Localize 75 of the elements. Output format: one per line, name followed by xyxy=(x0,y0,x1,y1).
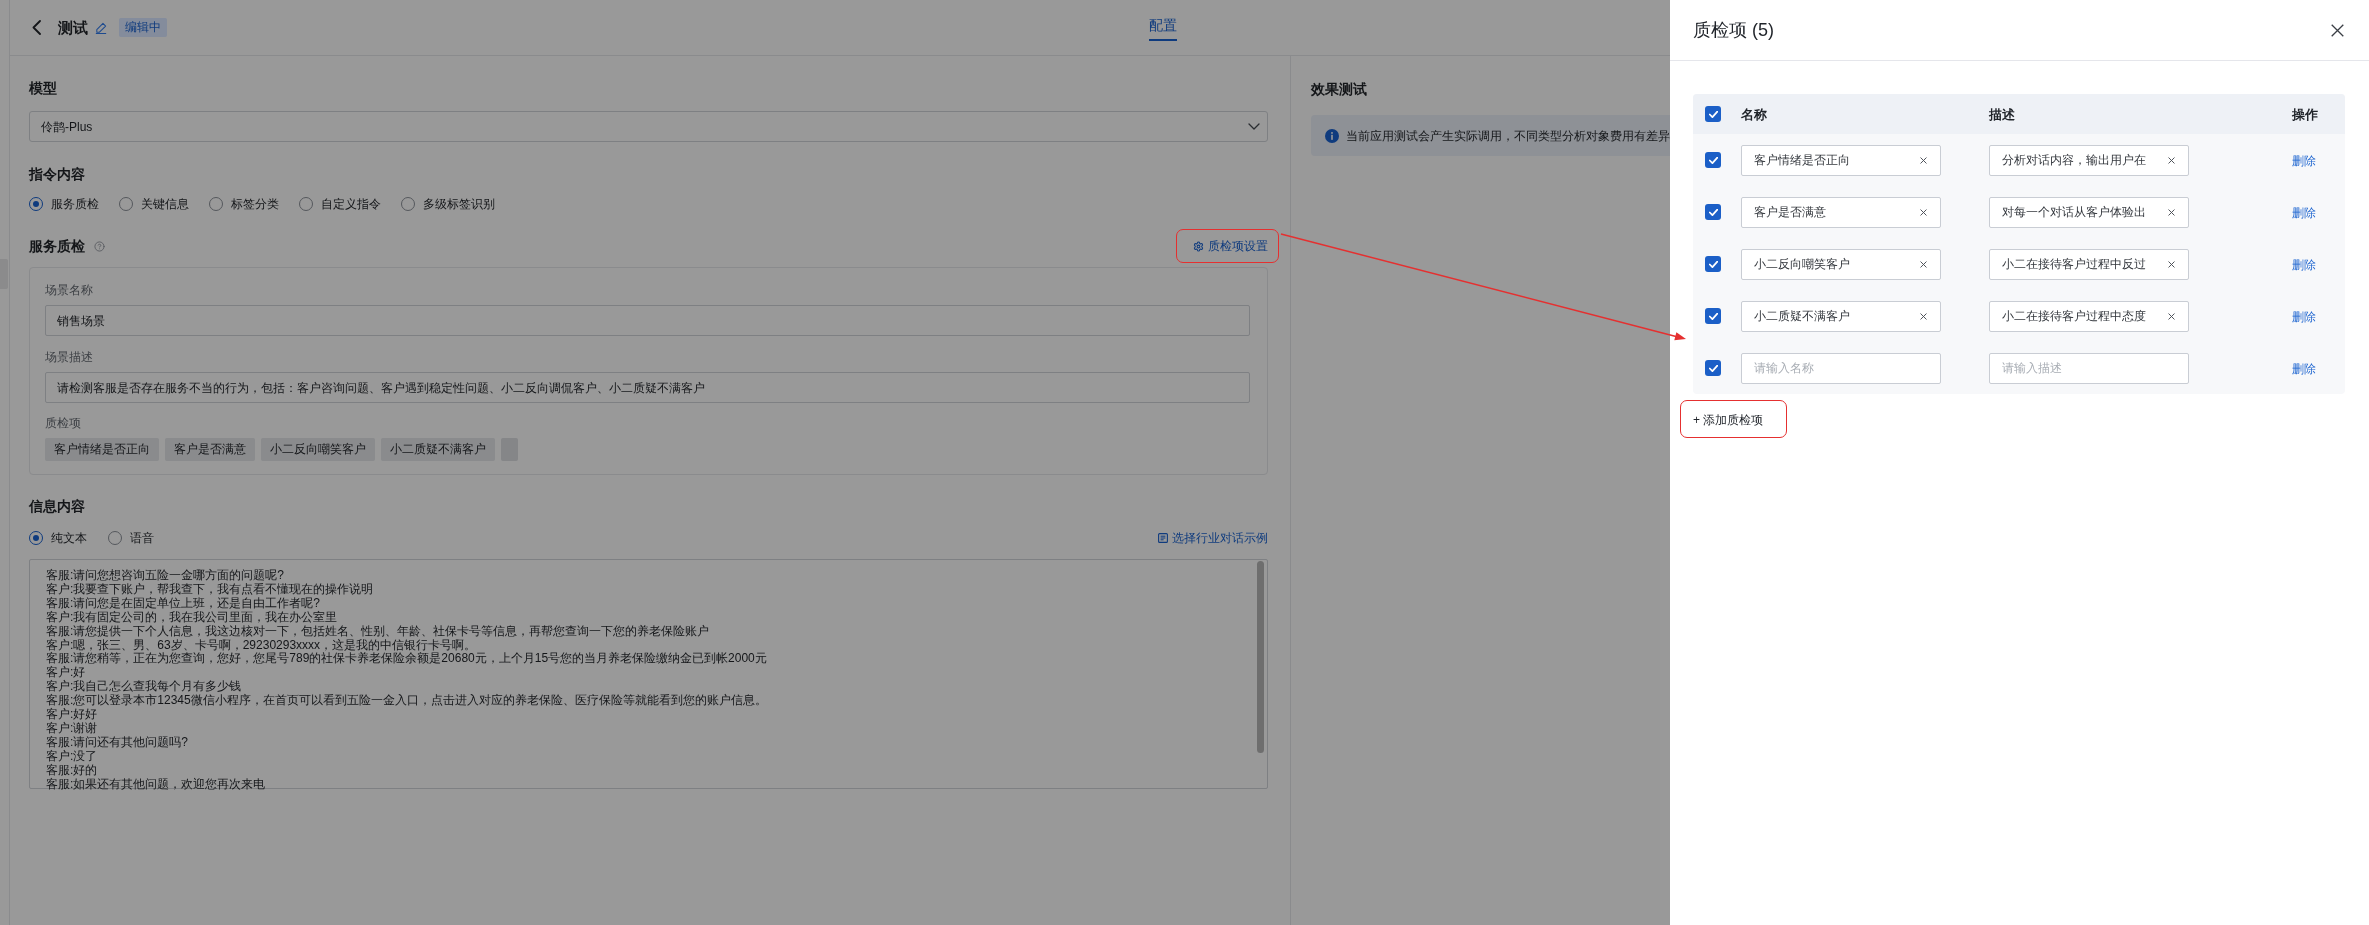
delete-link[interactable]: 删除 xyxy=(2292,206,2316,220)
column-header: 操作 xyxy=(2292,107,2318,122)
scene-name-input[interactable]: 销售场景 xyxy=(45,305,1250,336)
field-label: 场景名称 xyxy=(45,282,94,298)
clear-icon[interactable] xyxy=(1920,208,1927,216)
check-icon xyxy=(1708,364,1718,372)
description-input[interactable]: 对每一个对话从客户体验出 xyxy=(1989,196,2189,228)
gear-icon xyxy=(1193,240,1204,252)
tag: 小二质疑不满客户 xyxy=(381,438,495,461)
pencil-icon[interactable] xyxy=(95,21,107,34)
section-label: 信息内容 xyxy=(29,497,86,516)
check-icon xyxy=(1708,110,1718,118)
dialogue-textarea[interactable]: 客服:请问您想咨询五险一金哪方面的问题呢? 客户:我要查下账户，帮我查下，我有点看不懂现在的操作说明 客服:请问您是在固定单位上班，还是自由工作者呢? 客户:我有固定公司的，我在我公司里面，我在办公室里 客服:请您提供一下个人信息，我这边核对一下，包括姓名、性别、年龄、社保卡号等信息，再帮您查询一下您的养老保险账户 客户:嗯，张三、男、63岁、卡号啊，29230293xxxx，这是我的中信银行卡号啊。 客服:请您稍等，正在为您查询，您好，您尾号789的社保卡养老保险余额是20680元，上个月15号您的当月养老保险缴纳金已到帐2000元 客户:好 客户:我自己怎么查我每个月有多少钱 客服:您可以登录本市12345微信小程序，在首页可以看到五险一金入口，点击进入对应的养老保险、医疗保险等就能看到您的账户信息。 客户:好好 客户:谢谢 客服:请问还有其他问题吗? 客户:没了 客服:好的 客服:如果还有其他问题，欢迎您再次来电 xyxy=(29,559,1268,789)
delete-link[interactable]: 删除 xyxy=(2292,154,2316,168)
section-label: 指令内容 xyxy=(29,165,86,184)
notice-text: 当前应用测试会产生实际调用，不同类型分析对象费用有差异 xyxy=(1346,127,1670,144)
clear-icon[interactable] xyxy=(2168,156,2175,164)
scene-description-input[interactable]: 请检测客服是否存在服务不当的行为，包括：客户咨询问题、客户遇到稳定性问题、小二反向调侃客户、小二质疑不满客户 xyxy=(45,372,1250,403)
checkbox[interactable] xyxy=(1705,106,1721,122)
tag: 客户是否满意 xyxy=(165,438,255,461)
column-header: 描述 xyxy=(1989,107,2015,122)
radio-option[interactable]: 自定义指令 xyxy=(299,196,381,212)
radio-option[interactable]: 多级标签识别 xyxy=(401,196,495,212)
check-icon xyxy=(1708,156,1718,164)
radio-option[interactable]: 服务质检 xyxy=(29,196,99,212)
checkbox[interactable] xyxy=(1705,256,1721,272)
name-input[interactable]: 小二反向嘲笑客户 xyxy=(1741,248,1941,280)
settings-link[interactable]: 质检项设置 xyxy=(1193,238,1268,254)
tab[interactable]: 配置 xyxy=(1149,0,1177,41)
document-icon xyxy=(1158,533,1168,543)
radio-option[interactable]: 关键信息 xyxy=(119,196,189,212)
drawer-title: 质检项 (5) xyxy=(1693,19,1774,42)
radio-option[interactable]: 纯文本 xyxy=(29,530,87,546)
example-link[interactable]: 选择行业对话示例 xyxy=(1158,530,1268,546)
field-label: 质检项 xyxy=(45,415,82,431)
name-input[interactable]: 客户是否满意 xyxy=(1741,196,1941,228)
delete-link[interactable]: 删除 xyxy=(2292,362,2316,376)
description-input[interactable]: 小二在接待客户过程中反过 xyxy=(1989,248,2189,280)
section-label: 服务质检 xyxy=(29,237,85,256)
field-label: 场景描述 xyxy=(45,349,94,365)
chevron-down-icon xyxy=(1248,123,1260,130)
section-label: 效果测试 xyxy=(1311,80,1368,99)
name-input[interactable]: 小二质疑不满客户 xyxy=(1741,300,1941,332)
clear-icon[interactable] xyxy=(2168,208,2175,216)
add-item-button[interactable]: + 添加质检项 xyxy=(1693,412,1764,428)
checkbox[interactable] xyxy=(1705,360,1721,376)
check-icon xyxy=(1708,260,1718,268)
close-icon[interactable] xyxy=(2331,23,2344,37)
page-title: 测试 xyxy=(58,17,88,38)
clear-icon[interactable] xyxy=(2168,260,2175,268)
back-icon[interactable] xyxy=(32,20,41,35)
check-icon xyxy=(1708,208,1718,216)
name-input[interactable]: 客户情绪是否正向 xyxy=(1741,144,1941,176)
tag: 客户情绪是否正向 xyxy=(45,438,159,461)
description-input[interactable]: 小二在接待客户过程中态度 xyxy=(1989,300,2189,332)
description-input[interactable]: 分析对话内容，输出用户在 xyxy=(1989,144,2189,176)
check-icon xyxy=(1708,312,1718,320)
radio-option[interactable]: 语音 xyxy=(108,530,154,546)
delete-link[interactable]: 删除 xyxy=(2292,258,2316,272)
clear-icon[interactable] xyxy=(2168,312,2175,320)
status-badge: 编辑中 xyxy=(119,18,167,37)
clear-icon[interactable] xyxy=(1920,312,1927,320)
clear-icon[interactable] xyxy=(1920,156,1927,164)
clear-icon[interactable] xyxy=(1920,260,1927,268)
section-label: 模型 xyxy=(29,79,58,98)
delete-link[interactable]: 删除 xyxy=(2292,310,2316,324)
model-select[interactable]: 伶鹊-Plus xyxy=(29,111,1268,142)
info-icon xyxy=(1325,128,1339,143)
column-header: 名称 xyxy=(1741,107,1767,122)
checkbox[interactable] xyxy=(1705,152,1721,168)
checkbox[interactable] xyxy=(1705,204,1721,220)
tag: 小二反向嘲笑客户 xyxy=(261,438,375,461)
checkbox[interactable] xyxy=(1705,308,1721,324)
radio-option[interactable]: 标签分类 xyxy=(209,196,279,212)
scrollbar-thumb[interactable] xyxy=(1257,561,1264,753)
